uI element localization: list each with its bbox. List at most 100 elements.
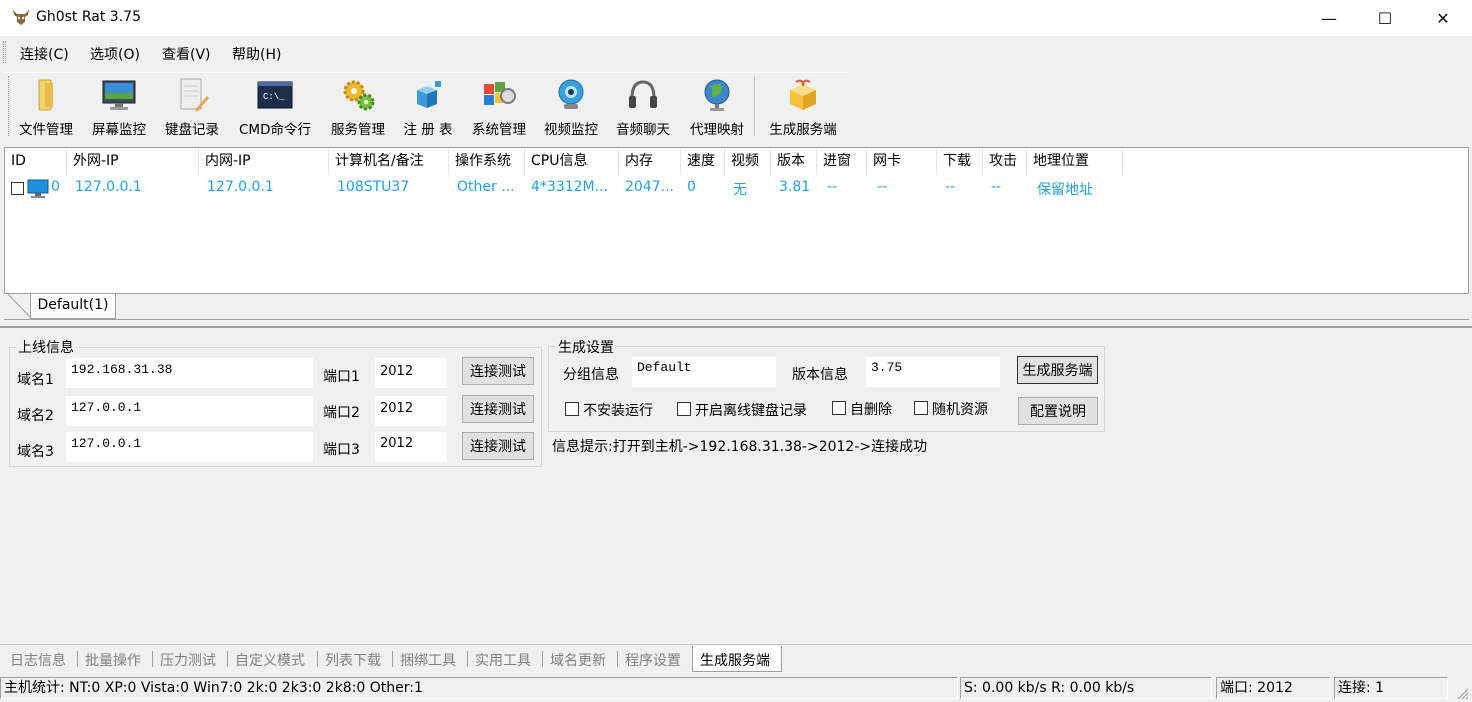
column-header-location[interactable]: 地理位置 xyxy=(1027,148,1123,175)
window-title: Gh0st Rat 3.75 xyxy=(36,9,141,25)
group-info-input[interactable]: Default xyxy=(632,357,776,387)
tab-domain-update[interactable]: 域名更新 xyxy=(550,650,606,670)
offline-keylog-checkbox[interactable] xyxy=(677,402,691,416)
tab-log[interactable]: 日志信息 xyxy=(10,650,66,670)
cell-nic: -- xyxy=(877,179,888,195)
minimize-button[interactable]: — xyxy=(1300,0,1358,36)
tab-bundle-tool[interactable]: 捆绑工具 xyxy=(400,650,456,670)
port1-input[interactable]: 2012 xyxy=(375,358,447,388)
build-server-toolbar-button[interactable]: 生成服务端 xyxy=(762,76,844,138)
tab-separator xyxy=(392,651,393,667)
tab-separator xyxy=(152,651,153,667)
close-button[interactable]: ✕ xyxy=(1414,0,1472,36)
tab-build-server[interactable]: 生成服务端 xyxy=(700,650,770,670)
random-resource-checkbox[interactable] xyxy=(914,401,928,415)
tab-separator xyxy=(617,651,618,667)
domain2-label: 域名2 xyxy=(17,408,54,424)
cell-attack: -- xyxy=(991,179,1002,195)
build-server-button[interactable]: 生成服务端 xyxy=(1017,356,1098,384)
tab-separator xyxy=(542,651,543,667)
tab-separator xyxy=(227,651,228,667)
tab-list-download[interactable]: 列表下载 xyxy=(325,650,381,670)
screen-monitor-button[interactable]: 屏幕监控 xyxy=(87,76,151,138)
transfer-speed: S: 0.00 kb/s R: 0.00 kb/s xyxy=(960,677,1212,699)
column-header-process-window[interactable]: 进窗 xyxy=(817,148,867,175)
host-list[interactable]: ID 外网-IP 内网-IP 计算机名/备注 操作系统 CPU信息 内存 速度 … xyxy=(4,147,1469,294)
port3-input[interactable]: 2012 xyxy=(375,432,447,462)
port2-input[interactable]: 2012 xyxy=(375,396,447,426)
close-icon: ✕ xyxy=(1436,8,1450,28)
random-resource-label: 随机资源 xyxy=(932,402,988,418)
keylogger-button[interactable]: 键盘记录 xyxy=(160,76,224,138)
column-header-nic[interactable]: 网卡 xyxy=(867,148,937,175)
service-manager-button[interactable]: 服务管理 xyxy=(325,76,391,138)
tab-program-settings[interactable]: 程序设置 xyxy=(625,650,681,670)
group-info-label: 分组信息 xyxy=(563,367,619,383)
video-monitor-button[interactable]: 视频监控 xyxy=(538,76,604,138)
column-header-lan-ip[interactable]: 内网-IP xyxy=(199,148,329,175)
domain1-input[interactable]: 192.168.31.38 xyxy=(66,358,313,388)
domain3-label: 域名3 xyxy=(17,444,54,460)
cell-memory: 2047... xyxy=(625,179,674,195)
toolbar-grip xyxy=(8,76,11,136)
cmd-button[interactable]: C:\_ CMD命令行 xyxy=(232,76,318,138)
maximize-icon: ☐ xyxy=(1377,8,1393,28)
menu-view[interactable]: 查看(V) xyxy=(162,44,211,64)
column-header-memory[interactable]: 内存 xyxy=(619,148,681,175)
audio-chat-button[interactable]: 音频聊天 xyxy=(610,76,676,138)
column-header-speed[interactable]: 速度 xyxy=(681,148,725,175)
test-connection-1-button[interactable]: 连接测试 xyxy=(462,357,534,385)
host-statistics: 主机统计: NT:0 XP:0 Vista:0 Win7:0 2k:0 2k3:… xyxy=(0,677,958,699)
tab-separator xyxy=(317,651,318,667)
menu-help[interactable]: 帮助(H) xyxy=(232,44,281,64)
app-bull-icon xyxy=(13,10,29,25)
resize-grip-icon[interactable] xyxy=(1455,686,1469,700)
headset-icon xyxy=(629,80,657,108)
domain1-label: 域名1 xyxy=(17,372,54,388)
tab-custom-mode[interactable]: 自定义模式 xyxy=(235,650,305,670)
column-header-download[interactable]: 下载 xyxy=(937,148,983,175)
no-install-run-checkbox[interactable] xyxy=(565,402,579,416)
domain2-input[interactable]: 127.0.0.1 xyxy=(66,396,313,426)
column-header-os[interactable]: 操作系统 xyxy=(449,148,525,175)
menu-connect[interactable]: 连接(C) xyxy=(20,44,69,64)
listen-port: 端口: 2012 xyxy=(1216,677,1330,699)
test-connection-3-button[interactable]: 连接测试 xyxy=(462,432,534,460)
tab-utilities[interactable]: 实用工具 xyxy=(475,650,531,670)
file-manager-button[interactable]: 文件管理 xyxy=(14,76,78,138)
column-header-video[interactable]: 视频 xyxy=(725,148,771,175)
version-info-input[interactable]: 3.75 xyxy=(866,357,1000,387)
toolbar-separator xyxy=(754,76,756,136)
package-icon xyxy=(790,79,816,110)
domain3-input[interactable]: 127.0.0.1 xyxy=(66,432,313,462)
self-delete-label: 自删除 xyxy=(850,402,892,418)
menu-options[interactable]: 选项(O) xyxy=(90,44,140,64)
port3-label: 端口3 xyxy=(323,442,360,458)
folder-icon xyxy=(38,79,53,111)
proxy-mapping-button[interactable]: 代理映射 xyxy=(684,76,750,138)
test-connection-2-button[interactable]: 连接测试 xyxy=(462,395,534,423)
webcam-icon xyxy=(558,79,584,109)
column-header-attack[interactable]: 攻击 xyxy=(983,148,1027,175)
config-help-button[interactable]: 配置说明 xyxy=(1018,397,1098,425)
tab-batch[interactable]: 批量操作 xyxy=(85,650,141,670)
tab-stress-test[interactable]: 压力测试 xyxy=(160,650,216,670)
column-header-wan-ip[interactable]: 外网-IP xyxy=(67,148,199,175)
row-checkbox[interactable] xyxy=(11,182,24,195)
menu-bar xyxy=(0,36,1472,70)
self-delete-checkbox[interactable] xyxy=(832,401,846,415)
column-header-cpu[interactable]: CPU信息 xyxy=(525,148,619,175)
no-install-run-label: 不安装运行 xyxy=(583,403,653,419)
column-header-id[interactable]: ID xyxy=(5,148,67,175)
maximize-button[interactable]: ☐ xyxy=(1356,0,1414,36)
group-tab-default[interactable]: Default(1) xyxy=(30,294,116,319)
cell-version: 3.81 xyxy=(779,179,811,195)
tab-separator xyxy=(467,651,468,667)
system-manager-button[interactable]: 系统管理 xyxy=(466,76,532,138)
terminal-icon: C:\_ xyxy=(257,81,293,109)
column-header-version[interactable]: 版本 xyxy=(771,148,817,175)
column-header-computer-name[interactable]: 计算机名/备注 xyxy=(329,148,449,175)
registry-icon xyxy=(417,81,441,108)
registry-button[interactable]: 注 册 表 xyxy=(397,76,459,138)
monitor-icon xyxy=(102,80,136,110)
